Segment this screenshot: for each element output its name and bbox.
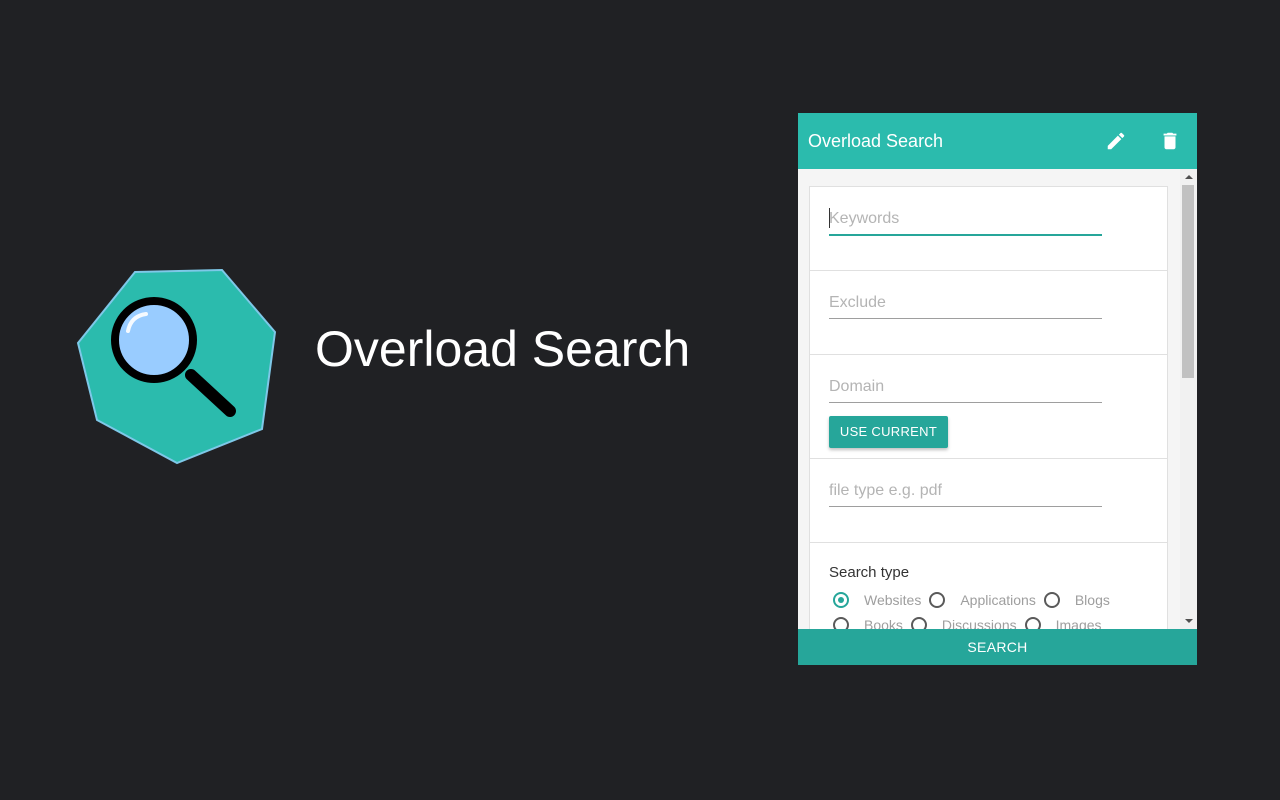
popup-title: Overload Search <box>808 131 944 151</box>
search-type-section: Search type Websites Applications Blogs … <box>810 543 1167 629</box>
radio-books[interactable]: Books <box>833 617 903 629</box>
search-form-card: USE CURRENT Search type Websites <box>809 186 1168 629</box>
extension-popup: Overload Search Keywords Exclude Domain … <box>798 113 1197 665</box>
filetype-input[interactable] <box>829 476 1102 507</box>
radio-unchecked-icon <box>929 592 946 608</box>
radio-label: Discussions <box>941 617 1017 629</box>
radio-discussions[interactable]: Discussions <box>910 617 1017 629</box>
search-type-row-2: Books Discussions Images <box>833 615 1110 629</box>
search-button[interactable]: SEARCH <box>798 629 1197 665</box>
filetype-section <box>810 459 1167 543</box>
radio-images[interactable]: Images <box>1024 617 1102 629</box>
magnifier-heptagon-icon <box>76 268 277 465</box>
exclude-input[interactable] <box>829 288 1102 319</box>
edit-button[interactable] <box>1102 127 1130 155</box>
radio-applications[interactable]: Applications <box>929 592 1036 608</box>
radio-label: Applications <box>960 592 1036 608</box>
domain-input[interactable] <box>829 372 1102 403</box>
search-type-row-1: Websites Applications Blogs <box>833 590 1118 610</box>
radio-checked-icon <box>833 592 849 608</box>
keywords-input[interactable] <box>829 204 1102 236</box>
radio-unchecked-icon <box>1024 617 1041 629</box>
vertical-scrollbar[interactable] <box>1180 169 1197 629</box>
radio-label: Images <box>1055 617 1102 629</box>
popup-header: Overload Search <box>798 113 1197 169</box>
logo-lens <box>111 297 197 383</box>
use-current-button[interactable]: USE CURRENT <box>829 416 948 448</box>
pencil-icon <box>1107 132 1125 150</box>
keywords-section <box>810 187 1167 271</box>
exclude-section <box>810 271 1167 355</box>
radio-label: Books <box>864 617 903 629</box>
radio-websites[interactable]: Websites <box>833 592 921 608</box>
popup-scroll-area[interactable]: USE CURRENT Search type Websites <box>798 169 1197 629</box>
scroll-thumb[interactable] <box>1182 185 1194 378</box>
radio-label: Websites <box>864 592 922 608</box>
delete-button[interactable] <box>1156 127 1184 155</box>
trash-icon <box>1163 132 1177 150</box>
search-type-label: Search type <box>829 564 910 581</box>
radio-label: Blogs <box>1074 592 1110 608</box>
scroll-up-icon[interactable] <box>1185 175 1193 179</box>
domain-section: USE CURRENT <box>810 355 1167 459</box>
radio-unchecked-icon <box>1043 592 1060 608</box>
brand-title: Overload Search <box>315 321 691 377</box>
radio-unchecked-icon <box>910 617 927 629</box>
radio-unchecked-icon <box>833 617 849 629</box>
text-caret <box>829 208 830 228</box>
scroll-down-icon[interactable] <box>1185 619 1193 623</box>
radio-blogs[interactable]: Blogs <box>1043 592 1110 608</box>
screenshot-stage: Overload Search Overload Search Keywords… <box>0 0 1280 800</box>
